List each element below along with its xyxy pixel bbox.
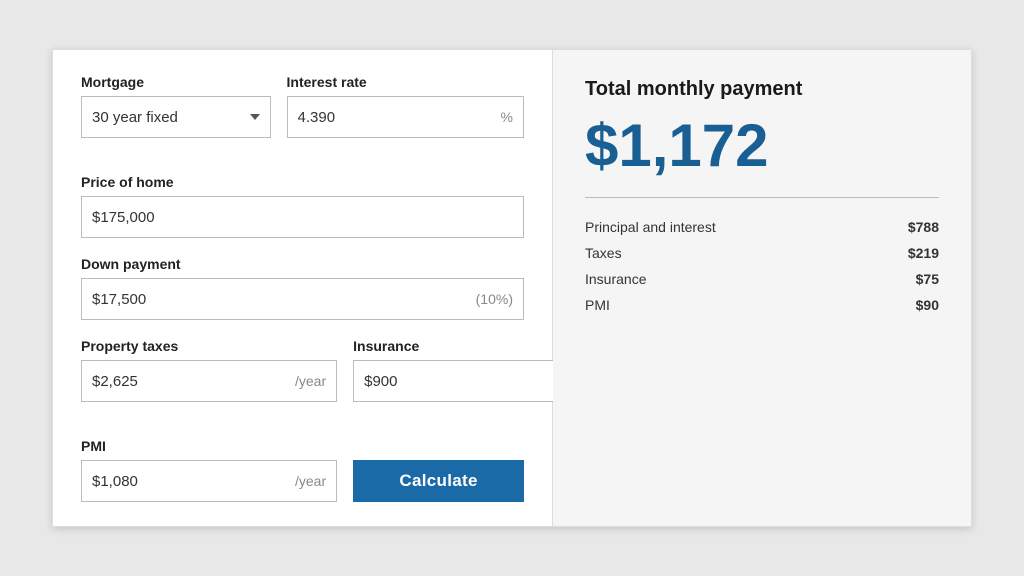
down-payment-field-group: Down payment (10%) [81, 256, 524, 320]
property-taxes-unit: /year [295, 373, 326, 389]
pmi-field-group: PMI /year [81, 438, 337, 502]
mortgage-select[interactable]: 30 year fixed15 year fixed5/1 ARM [92, 109, 244, 126]
down-payment-label: Down payment [81, 256, 524, 272]
breakdown-value: $75 [871, 266, 939, 292]
total-amount: $1,172 [585, 113, 939, 179]
breakdown-label: Principal and interest [585, 214, 871, 240]
pmi-calculate-row: PMI /year Calculate [81, 438, 524, 502]
left-panel: Mortgage 30 year fixed15 year fixed5/1 A… [53, 50, 553, 526]
interest-rate-field-group: Interest rate % [287, 74, 524, 138]
interest-rate-input[interactable] [298, 109, 497, 126]
taxes-insurance-row: Property taxes /year Insurance /year [81, 338, 524, 420]
property-taxes-input[interactable] [92, 373, 291, 390]
mortgage-select-wrapper[interactable]: 30 year fixed15 year fixed5/1 ARM [81, 96, 271, 138]
calculate-button[interactable]: Calculate [353, 460, 524, 502]
interest-rate-input-wrapper: % [287, 96, 524, 138]
price-of-home-input[interactable] [92, 209, 513, 226]
interest-rate-label: Interest rate [287, 74, 524, 90]
total-title: Total monthly payment [585, 78, 939, 101]
property-taxes-input-wrapper: /year [81, 360, 337, 402]
interest-rate-unit: % [501, 109, 513, 125]
down-payment-input[interactable] [92, 291, 468, 308]
pmi-unit: /year [295, 473, 326, 489]
calculator-container: Mortgage 30 year fixed15 year fixed5/1 A… [52, 49, 972, 527]
table-row: PMI$90 [585, 292, 939, 318]
breakdown-value: $90 [871, 292, 939, 318]
pmi-label: PMI [81, 438, 337, 454]
mortgage-interest-row: Mortgage 30 year fixed15 year fixed5/1 A… [81, 74, 524, 156]
mortgage-field-group: Mortgage 30 year fixed15 year fixed5/1 A… [81, 74, 271, 138]
breakdown-label: Taxes [585, 240, 871, 266]
mortgage-label: Mortgage [81, 74, 271, 90]
breakdown-table: Principal and interest$788Taxes$219Insur… [585, 214, 939, 318]
table-row: Insurance$75 [585, 266, 939, 292]
price-of-home-label: Price of home [81, 174, 524, 190]
table-row: Principal and interest$788 [585, 214, 939, 240]
price-of-home-input-wrapper [81, 196, 524, 238]
property-taxes-field-group: Property taxes /year [81, 338, 337, 402]
property-taxes-label: Property taxes [81, 338, 337, 354]
table-row: Taxes$219 [585, 240, 939, 266]
breakdown-value: $788 [871, 214, 939, 240]
pmi-input-wrapper: /year [81, 460, 337, 502]
breakdown-label: Insurance [585, 266, 871, 292]
down-payment-input-wrapper: (10%) [81, 278, 524, 320]
right-panel: Total monthly payment $1,172 Principal a… [553, 50, 971, 526]
down-payment-pct: (10%) [476, 291, 513, 307]
breakdown-label: PMI [585, 292, 871, 318]
calculate-col: Calculate [353, 460, 524, 502]
breakdown-value: $219 [871, 240, 939, 266]
chevron-down-icon [250, 114, 260, 120]
price-of-home-field-group: Price of home [81, 174, 524, 238]
pmi-input[interactable] [92, 473, 291, 490]
insurance-input[interactable] [364, 373, 563, 390]
divider [585, 197, 939, 198]
